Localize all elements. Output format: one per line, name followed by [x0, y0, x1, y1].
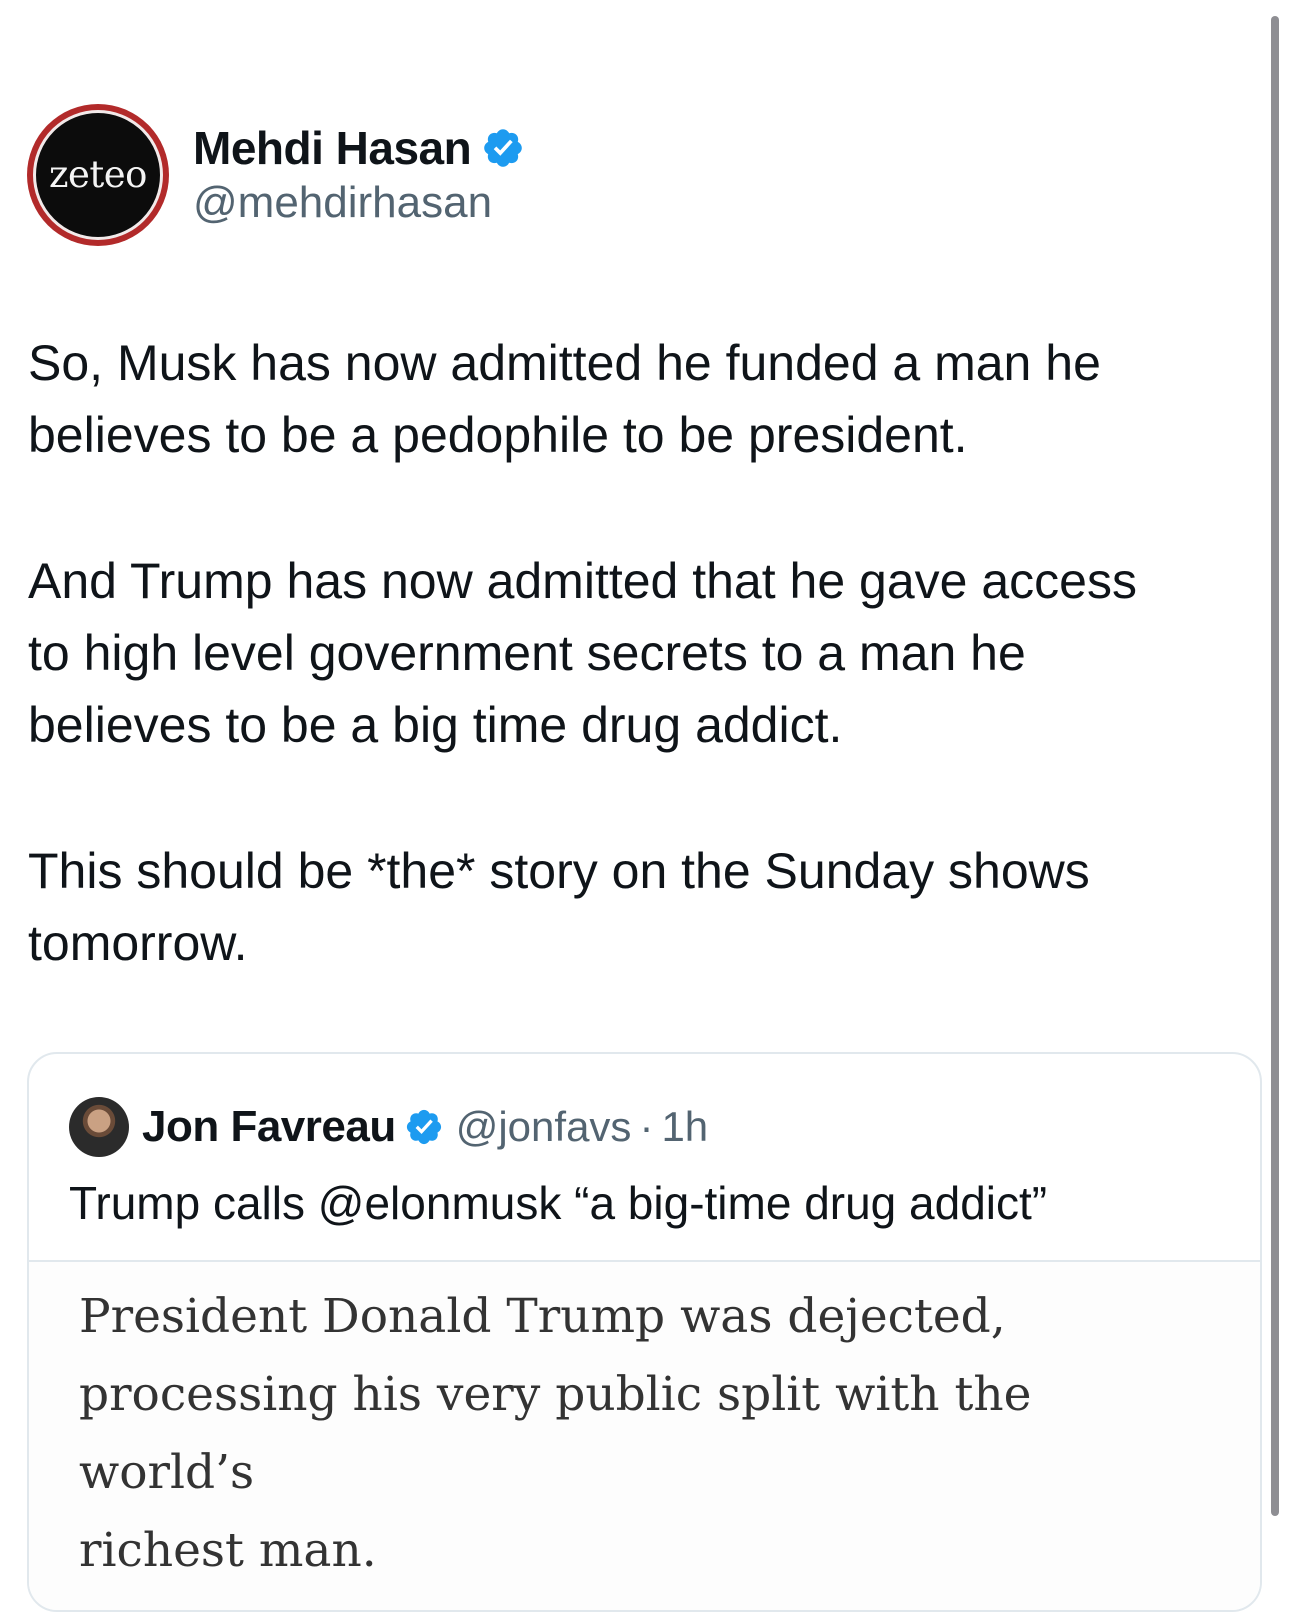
avatar-inner: zeteo	[33, 110, 163, 240]
quoted-tweet-header: Jon Favreau @jonfavs · 1h	[69, 1094, 708, 1160]
quoted-tweet-media[interactable]: President Donald Trump was dejected, pro…	[29, 1260, 1260, 1610]
author-handle[interactable]: @mehdirhasan	[193, 178, 492, 228]
quoted-author-handle[interactable]: @jonfavs	[456, 1103, 632, 1151]
meta-separator: ·	[639, 1103, 654, 1150]
quoted-author-avatar[interactable]	[69, 1097, 129, 1157]
author-name[interactable]: Mehdi Hasan	[193, 121, 472, 175]
tweet-body: So, Musk has now admitted he funded a ma…	[28, 327, 1248, 1053]
quoted-tweet-card[interactable]: Jon Favreau @jonfavs · 1h Trump calls @e…	[27, 1052, 1262, 1612]
tweet-paragraph-3: This should be *the* story on the Sunday…	[28, 843, 1090, 971]
author-name-row: Mehdi Hasan	[193, 118, 525, 178]
verified-badge-icon	[406, 1109, 441, 1145]
quoted-author-name[interactable]: Jon Favreau	[142, 1102, 396, 1152]
quoted-tweet-text: Trump calls @elonmusk “a big-time drug a…	[69, 1177, 1048, 1229]
scrollbar[interactable]	[1271, 16, 1279, 1516]
author-avatar[interactable]: zeteo	[27, 104, 169, 246]
tweet-paragraph-1: So, Musk has now admitted he funded a ma…	[28, 335, 1101, 463]
zeteo-logo: zeteo	[49, 152, 147, 196]
quoted-tweet-meta: @jonfavs · 1h	[456, 1103, 708, 1151]
verified-badge-icon	[484, 129, 523, 167]
media-divider	[29, 1260, 1260, 1262]
tweet-paragraph-2: And Trump has now admitted that he gave …	[28, 553, 1137, 753]
quoted-tweet-time[interactable]: 1h	[661, 1103, 708, 1151]
quoted-media-text: President Donald Trump was dejected, pro…	[79, 1289, 1032, 1578]
